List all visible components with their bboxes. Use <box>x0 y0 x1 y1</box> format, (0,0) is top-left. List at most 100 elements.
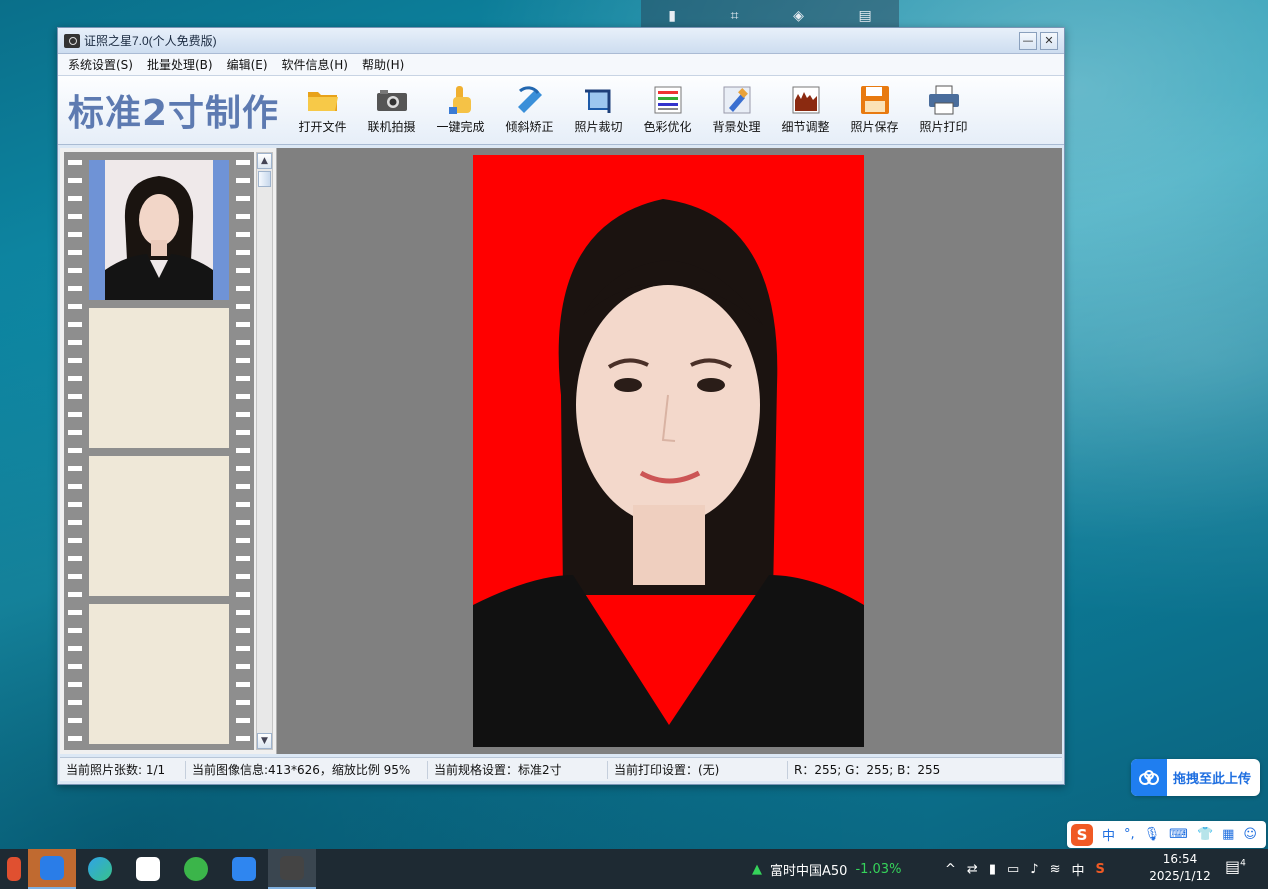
status-rgb: R：255; G：255; B：255 <box>794 762 941 777</box>
menu-bar: 系统设置(S) 批量处理(B) 编辑(E) 软件信息(H) 帮助(H) <box>58 54 1064 76</box>
clock-time: 16:54 <box>1162 852 1198 866</box>
scroll-up-button[interactable]: ▲ <box>257 153 272 169</box>
menu-help[interactable]: 帮助(H) <box>360 54 406 75</box>
ime-toolbar: S 中 °, 🎙 ⌨ 👕 ▦ ☺ <box>1067 821 1266 848</box>
upload-label: 拖拽至此上传 <box>1173 772 1252 787</box>
battery-icon[interactable]: ▭ <box>1007 862 1019 877</box>
stock-chart-icon: ▲ <box>752 861 762 877</box>
thumbnail-scrollbar[interactable]: ▲ ▼ <box>256 152 273 750</box>
film-sprockets-right <box>236 152 250 750</box>
cursor-app-icon <box>40 856 64 880</box>
signal-icon[interactable]: ▮ <box>989 862 996 877</box>
scroll-down-button[interactable]: ▼ <box>257 733 272 749</box>
folder-icon[interactable]: ▮ <box>668 8 676 24</box>
taskbar-app-id-photo[interactable] <box>268 849 316 889</box>
edge-icon <box>88 857 112 881</box>
id-photo[interactable] <box>473 155 864 747</box>
clock[interactable]: 16:54 2025/1/12 <box>1148 851 1212 885</box>
thumbnail-frame-4[interactable] <box>89 604 229 744</box>
scroll-thumb[interactable] <box>258 171 271 187</box>
brand-title: 标准2寸制作 <box>68 93 280 134</box>
photo-viewer <box>277 148 1062 754</box>
thumbnail-photo <box>105 160 213 300</box>
app-blue-icon <box>232 857 256 881</box>
crop-icon[interactable]: ⌗ <box>731 8 739 24</box>
menu-batch[interactable]: 批量处理(B) <box>145 54 215 75</box>
ime-punctuation[interactable]: °, <box>1124 827 1135 842</box>
taskbar-app-baidu-netdisk[interactable] <box>124 849 172 889</box>
one-click-complete-button[interactable]: 一键完成 <box>426 85 495 135</box>
stock-widget[interactable]: ▲ 富时中国A50 -1.03% <box>752 849 901 889</box>
thumbnail-frame-3[interactable] <box>89 456 229 596</box>
printer-icon <box>928 85 960 115</box>
system-tray: ^ ⇄ ▮ ▭ ♪ ≋ 中 S <box>945 849 1105 889</box>
camera-app-icon <box>64 33 80 48</box>
thumbnail-panel: ▲ ▼ <box>60 148 277 754</box>
ime-language[interactable]: 中 <box>1102 825 1115 844</box>
gamepad-icon[interactable]: ◈ <box>793 8 804 24</box>
emoji-icon[interactable]: ☺ <box>1243 827 1257 842</box>
film-sprockets-left <box>68 152 82 750</box>
tilt-correct-button[interactable]: 倾斜矫正 <box>495 85 564 135</box>
cloud-upload-icon <box>1131 759 1167 796</box>
window-title: 证照之星7.0(个人免费版) <box>84 34 217 48</box>
rotate-icon <box>514 85 546 115</box>
status-photo-count: 当前照片张数: 1/1 <box>60 760 186 779</box>
taskbar-app-wechat[interactable] <box>172 849 220 889</box>
chevron-up-icon[interactable]: ^ <box>945 862 956 877</box>
notification-icon[interactable]: ▤4 <box>1225 857 1249 881</box>
camera-icon <box>376 85 408 115</box>
open-file-button[interactable]: 打开文件 <box>288 85 357 135</box>
keyboard-icon[interactable]: ⌨ <box>1169 827 1188 842</box>
menu-system-settings[interactable]: 系统设置(S) <box>66 54 135 75</box>
detail-adjust-button[interactable]: 细节调整 <box>771 85 840 135</box>
camera-capture-button[interactable]: 联机拍摄 <box>357 85 426 135</box>
thumbnail-frame-1[interactable] <box>89 160 229 300</box>
volume-icon[interactable]: ♪ <box>1030 862 1038 877</box>
folder-icon <box>307 85 339 115</box>
microphone-icon[interactable]: 🎙 <box>1144 827 1161 842</box>
tray-language[interactable]: 中 <box>1071 860 1084 879</box>
skin-icon[interactable]: 👕 <box>1197 827 1213 842</box>
menu-edit[interactable]: 编辑(E) <box>225 54 270 75</box>
background-process-button[interactable]: 背景处理 <box>702 85 771 135</box>
hand-pointer-icon <box>445 85 477 115</box>
taskbar: ▲ 富时中国A50 -1.03% ^ ⇄ ▮ ▭ ♪ ≋ 中 S 16:54 2… <box>0 849 1268 889</box>
photo-crop-button[interactable]: 照片裁切 <box>564 85 633 135</box>
taskbar-app-partial[interactable] <box>0 849 28 889</box>
wifi-icon[interactable]: ≋ <box>1050 862 1061 877</box>
photo-print-button[interactable]: 照片打印 <box>909 85 978 135</box>
workspace: ▲ ▼ <box>60 148 1062 754</box>
status-bar: 当前照片张数: 1/1 当前图像信息:413*626，缩放比例 95% 当前规格… <box>60 757 1062 781</box>
status-spec: 当前规格设置：标准2寸 <box>428 760 608 779</box>
sogou-logo-icon[interactable]: S <box>1071 823 1093 846</box>
toolbox-icon[interactable]: ▦ <box>1222 827 1234 842</box>
transfer-icon[interactable]: ⇄ <box>967 862 978 877</box>
film-strip <box>64 152 254 750</box>
status-print: 当前打印设置：(无) <box>608 760 788 779</box>
cloud-drive-icon <box>136 857 160 881</box>
photo-save-button[interactable]: 照片保存 <box>840 85 909 135</box>
brush-icon <box>721 85 753 115</box>
status-image-info: 当前图像信息:413*626，缩放比例 95% <box>186 760 428 779</box>
notification-count: 4 <box>1240 858 1246 869</box>
wechat-icon <box>184 857 208 881</box>
minimize-button[interactable]: — <box>1019 31 1037 50</box>
thumbnail-frame-2[interactable] <box>89 308 229 448</box>
stock-name: 富时中国A50 <box>770 863 848 879</box>
taskbar-app-edge[interactable] <box>76 849 124 889</box>
crop-icon <box>583 85 615 115</box>
sogou-tray-icon[interactable]: S <box>1095 862 1104 877</box>
title-bar[interactable]: 证照之星7.0(个人免费版) — ✕ <box>58 28 1064 54</box>
close-button[interactable]: ✕ <box>1040 31 1058 50</box>
color-optimize-button[interactable]: 色彩优化 <box>633 85 702 135</box>
histogram-icon <box>790 85 822 115</box>
menu-software-info[interactable]: 软件信息(H) <box>280 54 350 75</box>
toolbar: 标准2寸制作 打开文件 联机拍摄 一键完成 倾斜矫正 照片裁切 色彩优化 背景处… <box>58 76 1064 145</box>
drag-upload-button[interactable]: 拖拽至此上传 <box>1131 759 1260 796</box>
taskbar-app-feishu[interactable] <box>28 849 76 889</box>
taskbar-app-blue[interactable] <box>220 849 268 889</box>
color-palette-icon <box>652 85 684 115</box>
camera-app-icon <box>280 856 304 880</box>
document-icon[interactable]: ▤ <box>858 8 871 24</box>
